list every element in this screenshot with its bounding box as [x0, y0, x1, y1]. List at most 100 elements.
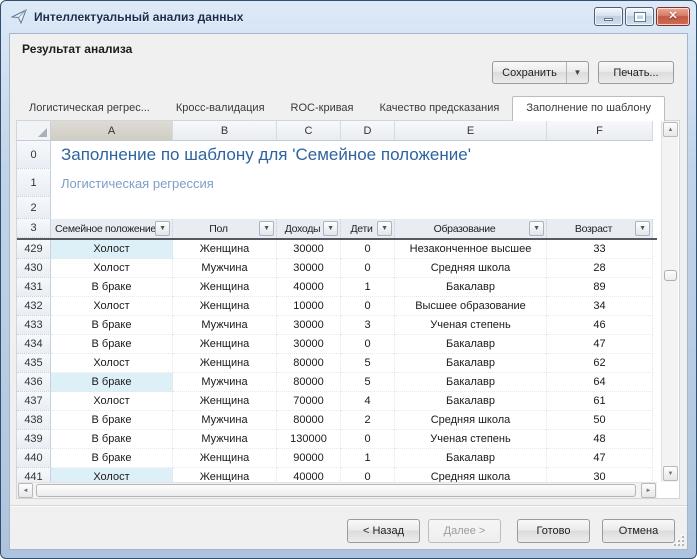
- table-cell[interactable]: 47: [547, 449, 653, 468]
- back-button[interactable]: < Назад: [347, 519, 420, 543]
- table-cell[interactable]: Женщина: [173, 449, 277, 468]
- table-cell[interactable]: Ученая степень: [395, 430, 547, 449]
- scroll-up-button[interactable]: ▲: [663, 122, 678, 137]
- horizontal-scrollbar[interactable]: ◄ ►: [17, 482, 657, 498]
- table-cell[interactable]: 62: [547, 354, 653, 373]
- table-cell[interactable]: 40000: [277, 468, 341, 482]
- cancel-button[interactable]: Отмена: [602, 519, 675, 543]
- table-cell[interactable]: Женщина: [173, 468, 277, 482]
- table-cell[interactable]: Мужчина: [173, 259, 277, 278]
- save-button[interactable]: Сохранить ▼: [492, 61, 589, 84]
- table-cell[interactable]: В браке: [51, 373, 173, 392]
- row-header[interactable]: 437: [17, 392, 51, 411]
- table-cell[interactable]: Женщина: [173, 240, 277, 259]
- table-cell[interactable]: Холост: [51, 297, 173, 316]
- row-header[interactable]: 2: [17, 197, 51, 219]
- filter-button[interactable]: ▼: [635, 221, 650, 236]
- table-cell[interactable]: 30000: [277, 316, 341, 335]
- table-cell[interactable]: Женщина: [173, 335, 277, 354]
- table-cell[interactable]: 5: [341, 354, 395, 373]
- table-cell[interactable]: Средняя школа: [395, 411, 547, 430]
- field-header-3[interactable]: Доходы▼: [277, 219, 341, 238]
- table-cell[interactable]: Бакалавр: [395, 335, 547, 354]
- column-header-B[interactable]: B: [173, 121, 277, 141]
- table-cell[interactable]: 0: [341, 468, 395, 482]
- resize-grip[interactable]: [673, 535, 684, 546]
- row-header[interactable]: 1: [17, 169, 51, 197]
- filter-button[interactable]: ▼: [377, 221, 392, 236]
- column-header-F[interactable]: F: [547, 121, 653, 141]
- filter-button[interactable]: ▼: [259, 221, 274, 236]
- table-cell[interactable]: Бакалавр: [395, 449, 547, 468]
- table-cell[interactable]: 0: [341, 335, 395, 354]
- table-cell[interactable]: В браке: [51, 430, 173, 449]
- save-button-label[interactable]: Сохранить: [493, 62, 566, 83]
- table-cell[interactable]: 80000: [277, 411, 341, 430]
- row-header[interactable]: 436: [17, 373, 51, 392]
- table-cell[interactable]: 48: [547, 430, 653, 449]
- table-cell[interactable]: Женщина: [173, 354, 277, 373]
- select-all-corner[interactable]: [17, 121, 51, 141]
- print-button[interactable]: Печать...: [598, 61, 674, 84]
- table-cell[interactable]: Бакалавр: [395, 354, 547, 373]
- table-cell[interactable]: 28: [547, 259, 653, 278]
- table-cell[interactable]: Женщина: [173, 278, 277, 297]
- tab-4[interactable]: Качество предсказания: [367, 97, 513, 120]
- row-header[interactable]: 439: [17, 430, 51, 449]
- table-cell[interactable]: В браке: [51, 316, 173, 335]
- horizontal-scrollbar-thumb[interactable]: [36, 484, 636, 497]
- field-header-2[interactable]: Пол▼: [173, 219, 277, 238]
- column-header-D[interactable]: D: [341, 121, 395, 141]
- table-cell[interactable]: 89: [547, 278, 653, 297]
- table-cell[interactable]: Незаконченное высшее: [395, 240, 547, 259]
- table-cell[interactable]: Холост: [51, 259, 173, 278]
- table-cell[interactable]: В браке: [51, 335, 173, 354]
- report-title-cell[interactable]: Заполнение по шаблону для 'Семейное поло…: [51, 141, 653, 169]
- row-header[interactable]: 430: [17, 259, 51, 278]
- table-cell[interactable]: Средняя школа: [395, 259, 547, 278]
- tab-1[interactable]: Логистическая регрес...: [16, 97, 163, 120]
- tab-3[interactable]: ROC-кривая: [278, 97, 367, 120]
- table-cell[interactable]: В браке: [51, 411, 173, 430]
- table-cell[interactable]: Мужчина: [173, 316, 277, 335]
- row-header[interactable]: 434: [17, 335, 51, 354]
- maximize-button[interactable]: [625, 7, 654, 26]
- report-subtitle-cell[interactable]: Логистическая регрессия: [51, 169, 653, 197]
- table-cell[interactable]: 70000: [277, 392, 341, 411]
- table-cell[interactable]: Мужчина: [173, 430, 277, 449]
- table-cell[interactable]: 1: [341, 449, 395, 468]
- table-cell[interactable]: 64: [547, 373, 653, 392]
- table-cell[interactable]: В браке: [51, 278, 173, 297]
- table-cell[interactable]: Бакалавр: [395, 392, 547, 411]
- save-dropdown-button[interactable]: ▼: [566, 62, 588, 83]
- row-header[interactable]: 441: [17, 468, 51, 482]
- row-header[interactable]: 433: [17, 316, 51, 335]
- row-header[interactable]: 432: [17, 297, 51, 316]
- table-cell[interactable]: Ученая степень: [395, 316, 547, 335]
- row-header[interactable]: 440: [17, 449, 51, 468]
- scroll-right-button[interactable]: ►: [641, 483, 656, 498]
- filter-button[interactable]: ▼: [529, 221, 544, 236]
- vertical-scrollbar-thumb[interactable]: [664, 270, 677, 281]
- row-header[interactable]: 429: [17, 240, 51, 259]
- row-header[interactable]: 0: [17, 141, 51, 169]
- table-cell[interactable]: 0: [341, 240, 395, 259]
- field-header-4[interactable]: Дети▼: [341, 219, 395, 238]
- table-cell[interactable]: 40000: [277, 278, 341, 297]
- table-cell[interactable]: Холост: [51, 468, 173, 482]
- table-cell[interactable]: 30000: [277, 240, 341, 259]
- table-cell[interactable]: 30: [547, 468, 653, 482]
- close-button[interactable]: ✕: [656, 7, 690, 26]
- table-cell[interactable]: 0: [341, 297, 395, 316]
- table-cell[interactable]: 90000: [277, 449, 341, 468]
- table-cell[interactable]: Средняя школа: [395, 468, 547, 482]
- column-header-A[interactable]: A: [51, 121, 173, 141]
- table-cell[interactable]: Бакалавр: [395, 278, 547, 297]
- row-header[interactable]: 435: [17, 354, 51, 373]
- scroll-left-button[interactable]: ◄: [18, 483, 33, 498]
- table-cell[interactable]: 30000: [277, 335, 341, 354]
- table-cell[interactable]: 0: [341, 259, 395, 278]
- table-cell[interactable]: Холост: [51, 354, 173, 373]
- table-cell[interactable]: 10000: [277, 297, 341, 316]
- field-header-5[interactable]: Образование▼: [395, 219, 547, 238]
